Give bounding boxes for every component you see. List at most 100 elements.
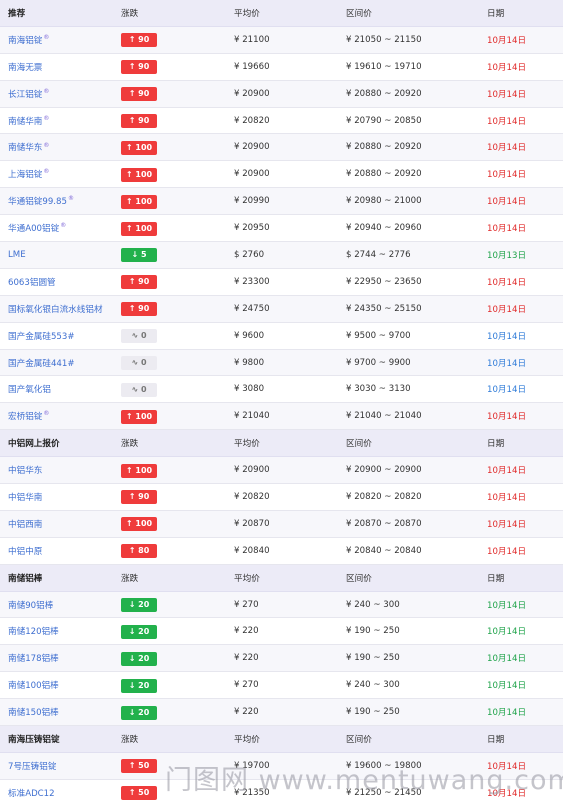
product-name: 南海无票 [8,62,43,73]
price-range: ¥ 240 ~ 300 [346,680,400,691]
quote-date: 10月14日 [487,116,527,127]
header-date: 日期 [487,8,505,19]
product-link[interactable]: 南储90铝棒 [8,599,53,611]
product-link[interactable]: 南储华东® [8,141,49,154]
change-badge: ↓ 5 [121,248,157,263]
table-row[interactable]: 6063铝圆管 ↑ 90 ¥ 23300 ¥ 22950 ~ 23650 10月14日 [0,268,563,296]
change-cell: ↑ 100 [121,221,157,236]
product-link[interactable]: 南储100铝棒 [8,679,59,691]
product-link[interactable]: 南储华南® [8,115,49,127]
product-link[interactable]: 国产金属硅553# [8,330,75,342]
change-badge: ↑ 90 [121,60,157,75]
change-badge: ↑ 50 [121,759,157,774]
product-link[interactable]: 上海铝锭® [8,168,49,180]
table-row[interactable]: LME ↓ 5 $ 2760 $ 2744 ~ 2776 10月13日 [0,242,563,269]
product-link[interactable]: 国产金属硅441# [8,357,75,369]
product-link[interactable]: 中铝华南 [8,491,42,503]
average-price: ¥ 220 [234,653,259,664]
price-range: ¥ 20840 ~ 20840 [346,545,422,556]
change-cell: ↑ 100 [121,516,157,532]
table-row[interactable]: 南储90铝棒 ↓ 20 ¥ 270 ¥ 240 ~ 300 10月14日 [0,591,563,619]
change-badge: ↑ 100 [121,463,157,478]
table-row[interactable]: 标准ADC12 ↑ 50 ¥ 21350 ¥ 21250 ~ 21450 10月14日 [0,779,563,800]
quote-date: 10月14日 [487,492,527,503]
table-row[interactable]: 国产金属硅441# ∿ 0 ¥ 9800 ¥ 9700 ~ 9900 10月14日 [0,349,563,377]
change-badge: ↓ 20 [121,651,157,666]
table-row[interactable]: 宏桥铝锭® ↑ 100 ¥ 21040 ¥ 21040 ~ 21040 10月14日 [0,403,563,431]
change-cell: ∿ 0 [121,328,157,344]
header-date: 日期 [487,573,505,584]
average-price: ¥ 220 [234,707,259,718]
product-link[interactable]: 宏桥铝锭® [8,410,49,422]
product-name: 长江铝锭 [8,89,43,100]
table-row[interactable]: 中铝华东 ↑ 100 ¥ 20900 ¥ 20900 ~ 20900 10月14日 [0,457,563,485]
product-link[interactable]: 南海铝锭® [8,34,49,46]
product-name: 南储华南 [8,116,43,127]
table-row[interactable]: 中铝中原 ↑ 80 ¥ 20840 ¥ 20840 ~ 20840 10月14日 [0,537,563,565]
table-row[interactable]: 南储100铝棒 ↓ 20 ¥ 270 ¥ 240 ~ 300 10月14日 [0,672,563,700]
change-cell: ↓ 20 [121,597,157,613]
price-table: 推荐 涨跌 平均价 区间价 日期 南海铝锭® ↑ 90 ¥ 21100 ¥ 21050 ~ 21… [0,0,563,800]
table-row[interactable]: 南储华南® ↑ 90 ¥ 20820 ¥ 20790 ~ 20850 10月14日 [0,107,563,135]
table-row[interactable]: 国产金属硅553# ∿ 0 ¥ 9600 ¥ 9500 ~ 9700 10月14日 [0,322,563,350]
change-cell: ↓ 20 [121,624,157,639]
average-price: ¥ 20900 [234,88,270,99]
quote-date: 10月14日 [487,788,527,799]
product-link[interactable]: 标准ADC12 [8,787,55,799]
table-row[interactable]: 7号压铸铝锭 ↑ 50 ¥ 19700 ¥ 19600 ~ 19800 10月14日 [0,752,563,780]
header-name: 南海压铸铝锭 [8,734,60,745]
product-link[interactable]: LME [8,250,26,260]
change-badge: ↑ 90 [121,114,157,128]
product-link[interactable]: 南海无票 [8,61,42,73]
quote-date: 10月14日 [487,35,527,46]
product-name: 国产金属硅553# [8,331,75,342]
change-badge: ↑ 100 [121,140,157,155]
table-row[interactable]: 华通铝锭99.85® ↑ 100 ¥ 20990 ¥ 20980 ~ 21000 10月… [0,188,563,216]
product-link[interactable]: 长江铝锭® [8,88,49,100]
product-link[interactable]: 国标氧化银白流水线铝材 [8,303,103,315]
table-row[interactable]: 国标氧化银白流水线铝材 ↑ 90 ¥ 24750 ¥ 24350 ~ 25150 10月… [0,295,563,323]
product-name: 南海铝锭 [8,35,43,46]
registered-mark-icon: ® [43,87,50,95]
header-name: 南储铝棒 [8,573,43,584]
change-badge: ↑ 100 [121,409,157,424]
product-link[interactable]: 华通A00铝锭® [8,222,66,234]
header-name: 推荐 [8,8,26,19]
change-cell: ↓ 20 [121,705,157,720]
table-row[interactable]: 长江铝锭® ↑ 90 ¥ 20900 ¥ 20880 ~ 20920 10月14日 [0,80,563,108]
product-link[interactable]: 7号压铸铝锭 [8,760,56,772]
table-row[interactable]: 中铝华南 ↑ 90 ¥ 20820 ¥ 20820 ~ 20820 10月14日 [0,484,563,511]
table-row[interactable]: 南储华东® ↑ 100 ¥ 20900 ¥ 20880 ~ 20920 10月14日 [0,134,563,162]
table-row[interactable]: 南海铝锭® ↑ 90 ¥ 21100 ¥ 21050 ~ 21150 10月14日 [0,26,563,54]
product-name: 7号压铸铝锭 [8,761,57,772]
product-name: 6063铝圆管 [8,277,56,288]
product-link[interactable]: 南储150铝棒 [8,706,59,718]
table-row[interactable]: 华通A00铝锭® ↑ 100 ¥ 20950 ¥ 20940 ~ 20960 10月14… [0,215,563,243]
product-link[interactable]: 中铝中原 [8,545,42,557]
header-avg: 平均价 [234,573,260,584]
quote-date: 10月14日 [487,304,527,315]
table-row[interactable]: 中铝西南 ↑ 100 ¥ 20870 ¥ 20870 ~ 20870 10月14日 [0,510,563,538]
product-link[interactable]: 中铝西南 [8,518,42,530]
product-link[interactable]: 南储120铝棒 [8,625,59,637]
product-link[interactable]: 华通铝锭99.85® [8,195,74,207]
average-price: ¥ 20820 [234,491,270,502]
product-link[interactable]: 6063铝圆管 [8,276,56,288]
table-row[interactable]: 国产氧化铝 ∿ 0 ¥ 3080 ¥ 3030 ~ 3130 10月14日 [0,376,563,404]
price-range: ¥ 21050 ~ 21150 [346,34,422,45]
header-change: 涨跌 [121,8,139,19]
product-link[interactable]: 国产氧化铝 [8,383,51,395]
table-row[interactable]: 南储120铝棒 ↓ 20 ¥ 220 ¥ 190 ~ 250 10月14日 [0,618,563,646]
table-row[interactable]: 上海铝锭® ↑ 100 ¥ 20900 ¥ 20880 ~ 20920 10月14日 [0,161,563,189]
price-range: ¥ 240 ~ 300 [346,599,400,610]
change-badge: ↑ 100 [121,221,157,236]
table-row[interactable]: 南储150铝棒 ↓ 20 ¥ 220 ¥ 190 ~ 250 10月14日 [0,699,563,727]
table-row[interactable]: 南储178铝棒 ↓ 20 ¥ 220 ¥ 190 ~ 250 10月14日 [0,645,563,673]
quote-date: 10月14日 [487,197,527,208]
average-price: ¥ 20900 [234,142,270,153]
product-link[interactable]: 中铝华东 [8,464,42,476]
change-badge: ↑ 80 [121,544,157,559]
average-price: ¥ 20840 [234,545,270,556]
table-row[interactable]: 南海无票 ↑ 90 ¥ 19660 ¥ 19610 ~ 19710 10月14日 [0,53,563,81]
product-link[interactable]: 南储178铝棒 [8,652,59,664]
